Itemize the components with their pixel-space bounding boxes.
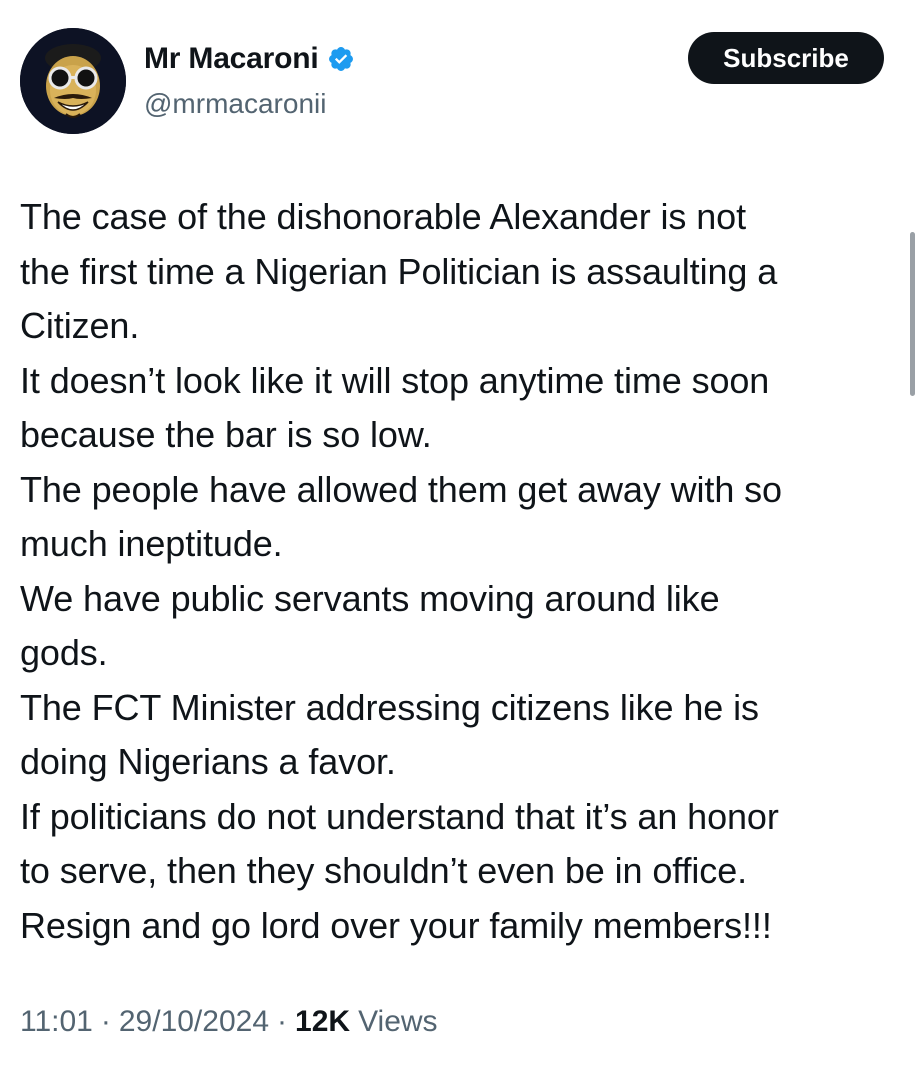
tweet-line: because the bar is so low.: [20, 414, 432, 455]
meta-separator: ·: [100, 1005, 111, 1038]
author-display-name[interactable]: Mr Macaroni: [144, 42, 319, 76]
tweet-line: doing Nigerians a favor.: [20, 741, 396, 782]
tweet-line: If politicians do not understand that it…: [20, 795, 779, 837]
tweet-line: much ineptitude.: [20, 523, 283, 564]
tweet-text: The case of the dishonorable Alexander i…: [20, 190, 900, 953]
tweet-header: Mr Macaroni @mrmacaronii Subscribe: [20, 28, 884, 134]
avatar[interactable]: [20, 28, 126, 134]
views-label: Views: [358, 1005, 438, 1038]
tweet-line: The FCT Minister addressing citizens lik…: [20, 686, 759, 728]
tweet-line: Citizen.: [20, 305, 140, 346]
tweet-line: to serve, then they shouldn’t even be in…: [20, 850, 748, 891]
tweet-time[interactable]: 11:01: [20, 1005, 93, 1039]
verified-badge-icon: [328, 47, 353, 71]
tweet-line: The case of the dishonorable Alexander i…: [20, 196, 746, 237]
tweet-line: gods.: [20, 632, 108, 673]
author-handle[interactable]: @mrmacaronii: [144, 88, 326, 120]
name-row: Mr Macaroni: [144, 42, 355, 76]
meta-separator: ·: [277, 1005, 288, 1038]
tweet-date[interactable]: 29/10/2024: [119, 1005, 269, 1039]
tweet-line: the first time a Nigerian Politician is …: [20, 250, 778, 292]
subscribe-button[interactable]: Subscribe: [688, 32, 884, 84]
views-count[interactable]: 12K: [295, 1005, 358, 1039]
tweet-line: We have public servants moving around li…: [20, 577, 720, 619]
cartoon-avatar-icon: [20, 28, 126, 134]
tweet-meta: 11:01 · 29/10/2024 · 12K Views: [20, 1005, 438, 1039]
scrollbar-thumb[interactable]: [910, 232, 915, 396]
tweet-line: The people have allowed them get away wi…: [20, 468, 782, 510]
tweet-line: It doesn’t look like it will stop anytim…: [20, 359, 770, 401]
tweet-line: Resign and go lord over your family memb…: [20, 904, 772, 946]
